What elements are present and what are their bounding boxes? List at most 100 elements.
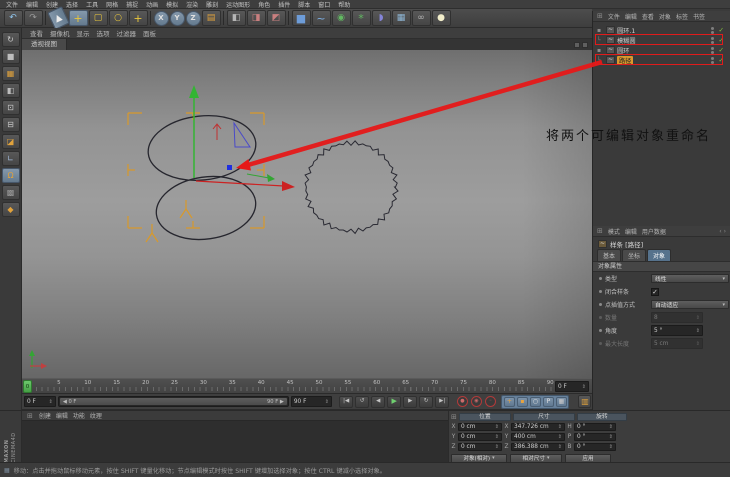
- menu-item[interactable]: 选择: [66, 0, 78, 9]
- object-name[interactable]: 圆环: [617, 46, 629, 55]
- angle-field[interactable]: 5 ° ⇕: [651, 325, 703, 336]
- viewport-menu-item[interactable]: 面板: [143, 28, 156, 38]
- type-dropdown[interactable]: 线性 ▾: [651, 274, 729, 283]
- menu-item[interactable]: 插件: [278, 0, 290, 9]
- menu-item[interactable]: 模拟: [166, 0, 178, 9]
- spline-object-icon[interactable]: ~: [606, 56, 615, 64]
- points-mode-button[interactable]: ⊡: [1, 100, 20, 115]
- object-name[interactable]: 模糊圆: [617, 36, 636, 45]
- hierarchy-connector[interactable]: └: [597, 37, 604, 44]
- spline-object-icon[interactable]: ~: [606, 36, 615, 44]
- stepper-icon[interactable]: ⇕: [49, 399, 53, 405]
- make-editable-button[interactable]: ↻: [1, 32, 20, 47]
- axis-mode-button[interactable]: ∟: [1, 151, 20, 166]
- key-position-toggle[interactable]: +: [503, 396, 515, 407]
- position-y-field[interactable]: 0 cm ⇕: [458, 433, 502, 441]
- play-button[interactable]: ▶: [387, 395, 402, 408]
- attribute-menu-item[interactable]: 用户数据: [642, 227, 666, 236]
- end-frame-field[interactable]: 90 F ⇕: [290, 396, 332, 407]
- position-x-field[interactable]: 0 cm ⇕: [458, 423, 502, 431]
- previous-key-button[interactable]: ↺: [355, 395, 370, 408]
- range-start-handle[interactable]: ◀ 0 F: [63, 399, 77, 405]
- autokey-button[interactable]: ◉: [470, 396, 482, 407]
- render-picture-viewer-button[interactable]: ◨: [246, 10, 266, 26]
- scale-tool[interactable]: ▢: [88, 10, 108, 26]
- viewport-menu-item[interactable]: 摄像机: [50, 28, 70, 38]
- jagged-circle-spline[interactable]: [304, 140, 399, 235]
- object-manager-menu-item[interactable]: 标签: [676, 12, 688, 21]
- attribute-menu-item[interactable]: 模式: [608, 227, 620, 236]
- object-manager-menu-item[interactable]: 编辑: [625, 12, 637, 21]
- viewport-tab[interactable]: 透视视图: [22, 39, 67, 50]
- tab-basic[interactable]: 基本: [597, 249, 622, 261]
- figure-eight-spline[interactable]: [145, 111, 260, 246]
- render-settings-button[interactable]: ◩: [266, 10, 286, 26]
- rotate-tool[interactable]: ○: [108, 10, 128, 26]
- keyframe-dot-icon[interactable]: [599, 277, 602, 280]
- spline-object-icon[interactable]: ~: [606, 46, 615, 54]
- size-y-field[interactable]: 400 cm ⇕: [511, 433, 565, 441]
- spline-object-icon[interactable]: ~: [606, 26, 615, 34]
- viewport-menu-item[interactable]: 选项: [97, 28, 110, 38]
- timeline-ruler[interactable]: 0 051015202530354045505560657075808590 0…: [22, 378, 592, 394]
- hierarchy-connector[interactable]: ▪: [597, 27, 604, 34]
- viewport-menu-item[interactable]: 过滤器: [117, 28, 137, 38]
- key-rotation-toggle[interactable]: ○: [529, 396, 541, 407]
- keyframe-dot-icon[interactable]: [599, 290, 602, 293]
- material-menu-item[interactable]: 纹理: [90, 411, 102, 420]
- visibility-toggles[interactable]: [710, 26, 714, 34]
- tab-coordinates[interactable]: 坐标: [622, 249, 647, 261]
- stepper-icon[interactable]: ⇕: [582, 384, 586, 390]
- material-menu-item[interactable]: 创建: [39, 411, 51, 420]
- render-view-button[interactable]: ◧: [226, 10, 246, 26]
- menu-item[interactable]: 运动图形: [226, 0, 250, 9]
- previous-frame-button[interactable]: ◀: [371, 395, 386, 408]
- next-frame-button[interactable]: ▶: [403, 395, 418, 408]
- rotation-p-field[interactable]: 0 ° ⇕: [574, 433, 616, 441]
- add-generator-button[interactable]: *: [351, 10, 371, 26]
- record-keyframe-button[interactable]: ●: [456, 396, 468, 407]
- visibility-toggles[interactable]: [710, 46, 714, 54]
- y-axis-lock[interactable]: Y: [169, 10, 185, 26]
- selected-point[interactable]: [227, 165, 232, 170]
- goto-start-button[interactable]: |◀: [339, 395, 354, 408]
- menu-item[interactable]: 渲染: [186, 0, 198, 9]
- snap-magnet-button[interactable]: Ω: [1, 168, 20, 183]
- rotation-b-field[interactable]: 0 ° ⇕: [574, 443, 616, 451]
- close-spline-checkbox[interactable]: ✓: [651, 287, 659, 296]
- polygons-mode-button[interactable]: ◪: [1, 134, 20, 149]
- viewport-options-icon[interactable]: [582, 41, 588, 48]
- last-used-tool[interactable]: +: [128, 10, 148, 26]
- viewport-canvas[interactable]: [22, 50, 592, 378]
- workplane-mode-button[interactable]: ◧: [1, 83, 20, 98]
- stepper-icon[interactable]: ⇕: [696, 328, 700, 334]
- add-light-button[interactable]: ●: [431, 10, 451, 26]
- position-z-field[interactable]: 0 cm ⇕: [458, 443, 502, 451]
- material-menu-item[interactable]: 编辑: [56, 411, 68, 420]
- menu-item[interactable]: 文件: [6, 0, 18, 9]
- viewport-menu-item[interactable]: 显示: [77, 28, 90, 38]
- visibility-toggles[interactable]: [710, 36, 714, 44]
- coordinate-system-button[interactable]: ▤: [201, 10, 221, 26]
- undo-icon[interactable]: ↶: [3, 10, 23, 26]
- add-cube-button[interactable]: ■: [291, 10, 311, 26]
- key-scale-toggle[interactable]: ▪: [516, 396, 528, 407]
- viewport-menu-item[interactable]: 查看: [30, 28, 43, 38]
- edges-mode-button[interactable]: ⊟: [1, 117, 20, 132]
- timeline-playhead[interactable]: 0: [23, 380, 32, 393]
- rotation-h-field[interactable]: 0 ° ⇕: [574, 423, 616, 431]
- x-axis-lock[interactable]: X: [153, 10, 169, 26]
- keyframe-dot-icon[interactable]: [599, 303, 602, 306]
- redo-icon[interactable]: ↷: [23, 10, 43, 26]
- range-end-handle[interactable]: 90 F ▶: [267, 399, 284, 405]
- keyframe-bar-icon[interactable]: ▥: [578, 395, 592, 408]
- object-manager-menu-item[interactable]: 文件: [608, 12, 620, 21]
- key-parameter-toggle[interactable]: P: [542, 396, 554, 407]
- key-pla-toggle[interactable]: ▦: [555, 396, 567, 407]
- menu-item[interactable]: 帮助: [338, 0, 350, 9]
- enabled-checkmark[interactable]: ✓: [719, 26, 724, 34]
- viewport-maximize-icon[interactable]: [574, 41, 580, 48]
- menu-item[interactable]: 脚本: [298, 0, 310, 9]
- size-z-field[interactable]: 386.388 cm ⇕: [511, 443, 565, 451]
- z-axis-lock[interactable]: Z: [185, 10, 201, 26]
